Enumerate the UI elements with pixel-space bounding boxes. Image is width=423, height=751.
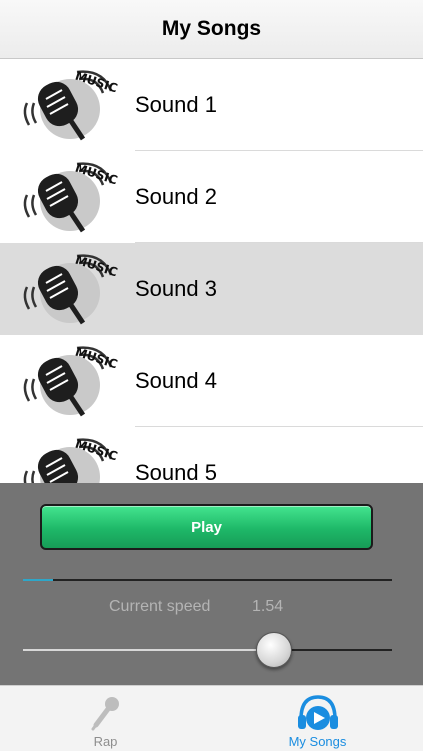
song-row-4[interactable]: MUSIC Sound 4 [0, 335, 423, 427]
music-microphone-icon: MUSIC [23, 161, 119, 233]
song-title: Sound 5 [135, 460, 217, 483]
playback-progress-bar[interactable] [23, 579, 392, 581]
song-title: Sound 1 [135, 92, 217, 117]
tab-bar: Rap My Songs [0, 685, 423, 751]
tab-rap[interactable]: Rap [0, 686, 211, 751]
song-title: Sound 2 [135, 184, 217, 209]
speed-slider-fill [23, 649, 274, 651]
song-row-1[interactable]: MUSIC Sound 1 [0, 59, 423, 151]
song-title: Sound 4 [135, 368, 217, 393]
tab-label: Rap [93, 734, 118, 749]
speed-slider-thumb[interactable] [256, 632, 292, 668]
tab-my-songs[interactable]: My Songs [212, 686, 423, 751]
speed-readout: Current speed 1.54 [0, 598, 423, 618]
song-list[interactable]: MUSIC Sound 1 MUSIC Sound 2 MUSIC Sound … [0, 59, 423, 483]
play-headphones-icon [297, 695, 338, 730]
speed-label: Current speed [109, 598, 211, 615]
music-microphone-icon: MUSIC [23, 437, 119, 483]
play-button-label: Play [191, 518, 222, 536]
tab-label: My Songs [288, 734, 347, 749]
play-button[interactable]: Play [40, 504, 373, 550]
player-panel: Play Current speed 1.54 [0, 483, 423, 685]
song-row-3[interactable]: MUSIC Sound 3 [0, 243, 423, 335]
page-title: My Songs [161, 17, 262, 40]
music-microphone-icon: MUSIC [23, 253, 119, 325]
speed-value: 1.54 [252, 598, 284, 615]
microphone-icon [91, 697, 119, 731]
music-microphone-icon: MUSIC [23, 69, 119, 141]
song-row-5[interactable]: MUSIC Sound 5 [0, 427, 423, 483]
speed-slider-track[interactable] [23, 649, 392, 651]
song-title: Sound 3 [135, 276, 217, 301]
playback-progress-fill [23, 579, 53, 581]
song-row-2[interactable]: MUSIC Sound 2 [0, 151, 423, 243]
music-microphone-icon: MUSIC [23, 345, 119, 417]
navigation-bar: My Songs [0, 0, 423, 59]
